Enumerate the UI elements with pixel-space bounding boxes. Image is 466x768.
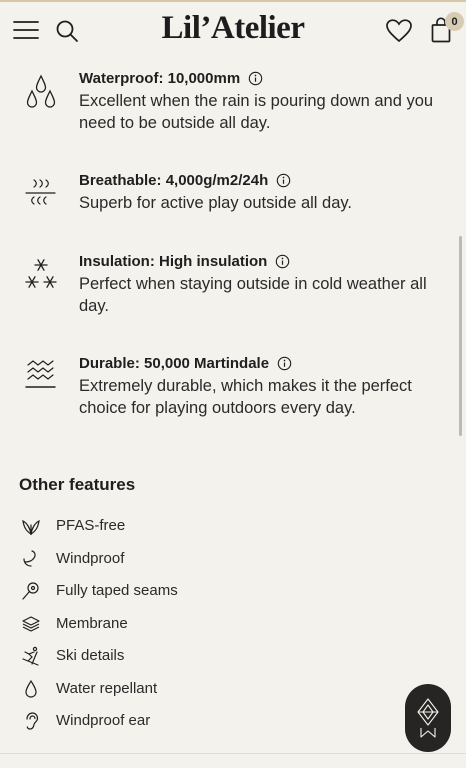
spec-title-text: Insulation: High insulation: [79, 253, 268, 270]
cart-count-badge[interactable]: 0: [445, 12, 464, 31]
info-icon[interactable]: [248, 71, 263, 86]
spec-durable: Durable: 50,000 Martindale Extremely dur…: [0, 355, 466, 425]
spec-title-text: Breathable: 4,000g/m2/24h: [79, 172, 269, 189]
heart-icon[interactable]: [385, 18, 413, 44]
durable-icon: [24, 359, 58, 393]
info-icon[interactable]: [275, 254, 290, 269]
droplet-icon: [25, 679, 37, 698]
seam-icon: [22, 582, 39, 600]
ear-icon: [26, 712, 39, 730]
feature-label: Windproof ear: [56, 712, 151, 729]
spec-title: Insulation: High insulation: [79, 253, 290, 270]
leaf-icon: [22, 519, 40, 536]
info-icon[interactable]: [277, 356, 292, 371]
chat-widget-button[interactable]: [405, 684, 451, 752]
feature-item-windproof-ear: Windproof ear: [0, 709, 300, 733]
other-features-heading: Other features: [19, 475, 136, 494]
brand-emblem-icon: [417, 698, 439, 738]
spec-title: Durable: 50,000 Martindale: [79, 355, 292, 372]
layers-icon: [22, 616, 40, 632]
feature-label: Membrane: [56, 615, 128, 632]
feature-item-windproof: Windproof: [0, 547, 300, 571]
info-icon[interactable]: [276, 173, 291, 188]
bottom-divider: [0, 753, 466, 754]
wind-icon: [23, 550, 36, 567]
feature-label: Windproof: [56, 550, 125, 567]
spec-insulation: Insulation: High insulation Perfect when…: [0, 253, 466, 323]
spec-description: Perfect when staying outside in cold wea…: [79, 275, 427, 315]
feature-label: Fully taped seams: [56, 582, 178, 599]
breathable-icon: [24, 176, 58, 210]
skier-icon: [22, 646, 39, 666]
spec-title: Waterproof: 10,000mm: [79, 70, 263, 87]
feature-item-ski-details: Ski details: [0, 644, 300, 668]
waterproof-drops-icon: [24, 74, 58, 108]
snowflake-icon: [24, 257, 58, 291]
feature-label: Water repellant: [56, 680, 158, 697]
feature-item-pfas-free: PFAS-free: [0, 514, 300, 538]
spec-title: Breathable: 4,000g/m2/24h: [79, 172, 291, 189]
site-header: Lil’Atelier 0: [0, 2, 466, 58]
scrollbar[interactable]: [459, 236, 462, 436]
spec-description: Superb for active play outside all day.: [79, 194, 353, 212]
spec-description: Extremely durable, which makes it the pe…: [79, 377, 412, 417]
feature-item-taped-seams: Fully taped seams: [0, 579, 300, 603]
feature-label: PFAS-free: [56, 517, 126, 534]
spec-waterproof: Waterproof: 10,000mm Excellent when the …: [0, 70, 466, 140]
feature-label: Ski details: [56, 647, 125, 664]
feature-item-membrane: Membrane: [0, 612, 300, 636]
feature-item-water-repellant: Water repellant: [0, 677, 300, 701]
spec-title-text: Durable: 50,000 Martindale: [79, 355, 270, 372]
spec-description: Excellent when the rain is pouring down …: [79, 92, 434, 132]
spec-title-text: Waterproof: 10,000mm: [79, 70, 241, 87]
spec-breathable: Breathable: 4,000g/m2/24h Superb for act…: [0, 172, 466, 222]
